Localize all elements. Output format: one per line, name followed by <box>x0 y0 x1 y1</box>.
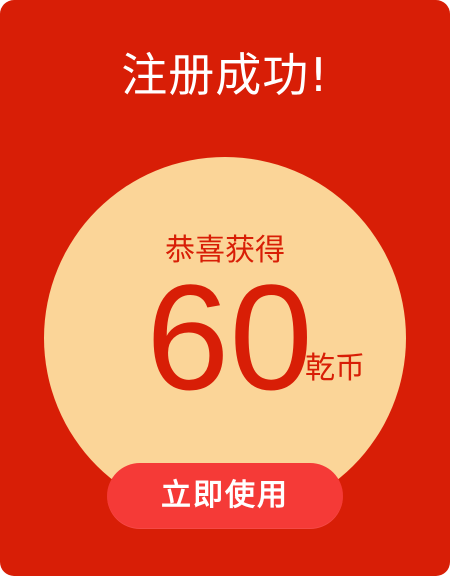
registration-success-dialog: 注册成功! 恭喜获得 60 乾币 立即使用 <box>0 0 450 576</box>
use-now-button[interactable]: 立即使用 <box>107 463 343 529</box>
reward-unit: 乾币 <box>305 351 365 386</box>
dialog-title: 注册成功! <box>121 48 329 102</box>
reward-amount: 60 <box>146 253 313 421</box>
